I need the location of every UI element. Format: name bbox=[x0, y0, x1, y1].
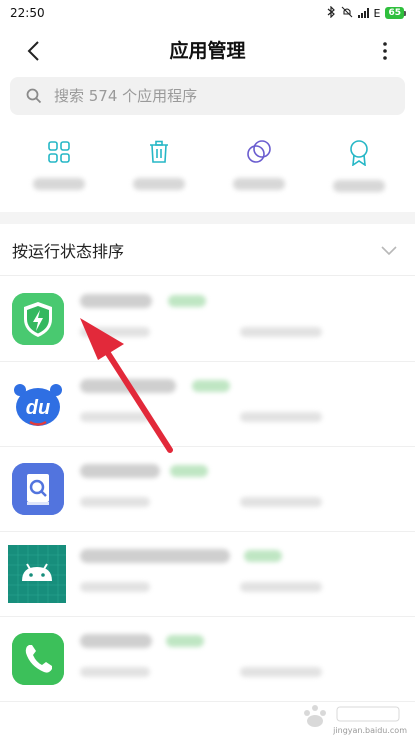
status-badge bbox=[244, 550, 282, 562]
phone-icon bbox=[12, 633, 64, 685]
status-time: 22:50 bbox=[10, 6, 45, 20]
app-meta bbox=[80, 582, 150, 592]
search-icon bbox=[26, 88, 42, 104]
app-meta bbox=[240, 667, 322, 677]
status-badge bbox=[192, 380, 230, 392]
status-badge bbox=[168, 295, 206, 307]
watermark-text: jingyan.baidu.com bbox=[333, 726, 407, 735]
list-item[interactable] bbox=[0, 617, 415, 702]
trash-icon bbox=[150, 140, 168, 163]
status-icons: E 65 bbox=[327, 5, 406, 21]
app-name bbox=[80, 634, 152, 648]
chevron-down-icon[interactable] bbox=[379, 240, 399, 260]
app-meta bbox=[240, 497, 322, 507]
app-name bbox=[80, 549, 230, 563]
quick-action-clean[interactable] bbox=[109, 140, 209, 210]
quick-action-dual-app[interactable] bbox=[209, 140, 309, 210]
app-header: 应用管理 bbox=[0, 26, 415, 76]
app-name bbox=[80, 464, 160, 478]
award-icon bbox=[350, 140, 368, 166]
more-options-button[interactable] bbox=[373, 36, 397, 66]
list-item[interactable]: du bbox=[0, 362, 415, 447]
baidu-du-icon: du bbox=[12, 378, 64, 430]
signal-icon bbox=[357, 8, 369, 18]
battery-level: 65 bbox=[385, 7, 404, 19]
search-input[interactable] bbox=[54, 87, 374, 105]
sort-label: 按运行状态排序 bbox=[12, 241, 125, 261]
app-meta bbox=[80, 327, 150, 337]
status-badge bbox=[166, 635, 204, 647]
app-meta bbox=[80, 412, 150, 422]
app-list: du bbox=[0, 277, 415, 702]
app-name bbox=[80, 294, 152, 308]
app-meta bbox=[240, 582, 322, 592]
network-type: E bbox=[373, 6, 381, 20]
battery-icon: 65 bbox=[385, 7, 406, 19]
quick-action-label bbox=[233, 178, 285, 190]
app-meta bbox=[240, 327, 322, 337]
security-shield-icon bbox=[12, 293, 64, 345]
app-meta bbox=[240, 412, 322, 422]
app-meta bbox=[80, 497, 150, 507]
quick-actions bbox=[0, 140, 415, 210]
quick-action-label bbox=[33, 178, 85, 190]
quick-action-label bbox=[133, 178, 185, 190]
android-icon bbox=[8, 545, 66, 603]
app-meta bbox=[80, 667, 150, 677]
grid-icon bbox=[48, 141, 70, 163]
list-item[interactable] bbox=[0, 532, 415, 617]
sort-selector[interactable]: 按运行状态排序 bbox=[0, 224, 415, 276]
list-item[interactable] bbox=[0, 277, 415, 362]
app-name bbox=[80, 379, 176, 393]
bluetooth-icon bbox=[327, 5, 336, 21]
list-item[interactable] bbox=[0, 447, 415, 532]
doc-search-icon bbox=[12, 463, 64, 515]
section-divider bbox=[0, 212, 415, 224]
status-badge bbox=[170, 465, 208, 477]
dual-circle-icon bbox=[247, 140, 271, 163]
page-title: 应用管理 bbox=[169, 40, 246, 62]
quick-action-permissions[interactable] bbox=[309, 140, 409, 210]
mute-icon bbox=[341, 6, 353, 21]
status-bar: 22:50 E 65 bbox=[0, 0, 415, 26]
svg-text:du: du bbox=[26, 397, 50, 419]
quick-action-label bbox=[333, 180, 385, 192]
more-vertical-icon bbox=[383, 42, 387, 60]
search-bar[interactable] bbox=[10, 77, 405, 115]
quick-action-uninstall[interactable] bbox=[9, 140, 109, 210]
